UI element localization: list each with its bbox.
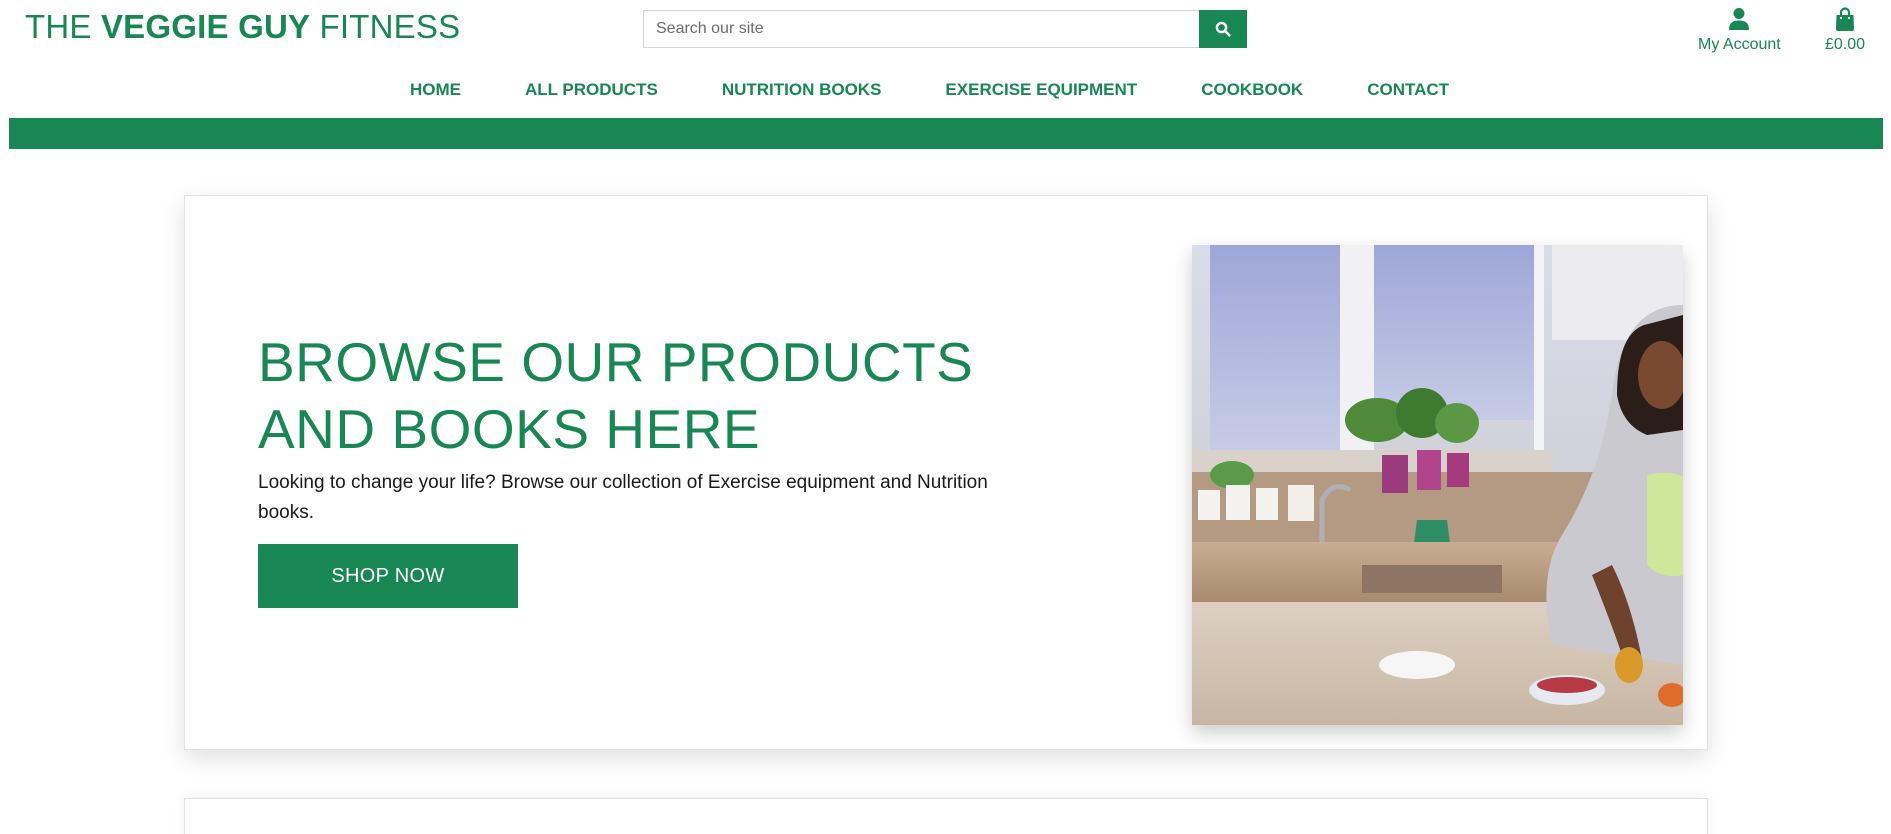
search-icon	[1215, 21, 1231, 37]
next-section-card	[184, 798, 1708, 834]
nav-contact[interactable]: CONTACT	[1367, 80, 1449, 100]
my-account-link[interactable]: My Account	[1698, 4, 1781, 54]
search-input[interactable]	[643, 10, 1199, 48]
logo-suffix: FITNESS	[310, 8, 461, 45]
my-account-label: My Account	[1698, 36, 1781, 53]
hero-image	[1192, 245, 1683, 725]
nav-exercise-equipment[interactable]: EXERCISE EQUIPMENT	[945, 80, 1137, 100]
main-nav: HOME ALL PRODUCTS NUTRITION BOOKS EXERCI…	[0, 80, 1891, 100]
nav-cookbook[interactable]: COOKBOOK	[1201, 80, 1303, 100]
user-icon	[1729, 8, 1750, 30]
shopping-bag-icon	[1836, 7, 1855, 31]
hero-card: BROWSE OUR PRODUCTS AND BOOKS HERE Looki…	[184, 195, 1708, 750]
search-form	[643, 10, 1247, 48]
shop-now-button[interactable]: SHOP NOW	[258, 544, 518, 608]
logo-bold: VEGGIE GUY	[100, 8, 311, 45]
nav-home[interactable]: HOME	[410, 80, 461, 100]
hero-title-line-1: BROWSE OUR PRODUCTS	[258, 331, 974, 393]
site-logo[interactable]: THE VEGGIE GUY FITNESS	[25, 8, 460, 46]
hero-title: BROWSE OUR PRODUCTS AND BOOKS HERE	[258, 329, 1018, 463]
hero-title-line-2: AND BOOKS HERE	[258, 398, 761, 460]
nav-all-products[interactable]: ALL PRODUCTS	[525, 80, 658, 100]
logo-prefix: THE	[25, 8, 101, 45]
hero-description: Looking to change your life? Browse our …	[258, 472, 988, 523]
search-button[interactable]	[1199, 10, 1247, 48]
green-banner-bar	[9, 118, 1883, 149]
shopping-bag-link[interactable]: £0.00	[1825, 4, 1865, 54]
nav-nutrition-books[interactable]: NUTRITION BOOKS	[722, 80, 882, 100]
bag-total: £0.00	[1825, 36, 1866, 53]
